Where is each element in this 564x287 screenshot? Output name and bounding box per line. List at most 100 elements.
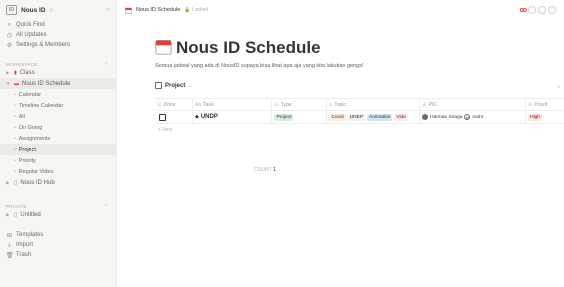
search-icon: ⌕ (7, 21, 12, 28)
add-page-icon[interactable]: + (104, 61, 108, 67)
avatar: M (464, 114, 471, 120)
database-table: ☑ Done Aa Task ⊙ Type ≡ Topic ♙ PIC ⊙ Pr… (155, 98, 564, 136)
page-description[interactable]: Semua jadwal yang ada di NousID supaya b… (155, 63, 364, 69)
templates-item[interactable]: ⊞ Templates (0, 230, 116, 240)
sidebar-view-project[interactable]: • Project (0, 144, 116, 155)
topic-tag: Vide (394, 113, 408, 121)
task-cell[interactable]: ◆ UNDP (193, 111, 273, 123)
workspace-logo: ID (6, 5, 17, 15)
view-selector-label: Project (165, 82, 186, 89)
text-icon: Aa (194, 101, 202, 108)
sidebar-view-assignments[interactable]: • Assignments (0, 133, 116, 144)
column-header-task[interactable]: Aa Task (193, 99, 273, 110)
view-label: Calendar (18, 91, 42, 98)
settings-item[interactable]: ⚙ Settings & Members (0, 40, 116, 50)
column-header-type[interactable]: ⊙ Type (272, 99, 328, 110)
person-name: Harman Siraga (430, 114, 463, 120)
sidebar-view-priority[interactable]: • Priority (0, 155, 116, 166)
page-label: Untitled (20, 211, 41, 218)
avatar[interactable] (528, 6, 536, 14)
checkbox-icon: ☑ (157, 101, 162, 108)
more-icon[interactable]: ● (558, 84, 560, 89)
view-label: On Going (18, 124, 43, 131)
view-selector[interactable]: Project ⌄ (155, 82, 192, 89)
expand-arrow-icon[interactable]: ▶ (6, 180, 11, 186)
sidebar-view-timeline[interactable]: • Timeline Calendar (0, 100, 116, 111)
import-item[interactable]: ⤓ Import (0, 240, 116, 250)
sidebar-page-class[interactable]: ▶ ▮ Class (0, 67, 116, 78)
multi-select-icon: ≡ (329, 101, 333, 108)
avatar[interactable] (538, 6, 546, 14)
page-label: Nous ID Hub (20, 179, 55, 186)
priority-tag: High (528, 113, 542, 121)
view-label: Timeline Calendar (18, 102, 64, 109)
table-row[interactable]: ◆ UNDP Project Covid UNEP Animation Vide… (155, 111, 564, 124)
priority-cell[interactable]: High (526, 111, 564, 123)
column-header-priority[interactable]: ⊙ Priorit (526, 99, 564, 110)
sidebar-view-regular-video[interactable]: • Regular Video (0, 166, 116, 177)
workspace-switcher[interactable]: ID Nous ID ◇ « (0, 0, 116, 20)
expand-arrow-icon[interactable]: ▶ (6, 212, 11, 218)
type-cell[interactable]: Project (272, 111, 328, 123)
count-footer[interactable]: COUNT 1 (254, 167, 276, 173)
done-checkbox[interactable] (159, 113, 166, 121)
view-label: Priority (18, 157, 36, 164)
calendar-icon: ▬ (14, 80, 19, 87)
expand-arrow-icon[interactable]: ▶ (6, 70, 11, 76)
page-label: Class (19, 69, 35, 76)
add-private-page-icon[interactable]: + (104, 203, 108, 209)
done-cell (155, 111, 193, 123)
sidebar-view-all[interactable]: • All (0, 111, 116, 122)
bullet-icon: • (14, 146, 16, 153)
count-label: COUNT (254, 167, 272, 173)
quick-find-label: Quick Find (16, 22, 45, 28)
collapse-sidebar-icon[interactable]: « (107, 7, 110, 13)
private-section-label: PRIVATE (6, 204, 27, 209)
column-header-topic[interactable]: ≡ Topic (327, 99, 421, 110)
calendar-icon (125, 7, 132, 14)
private-section-header: PRIVATE + (0, 198, 116, 209)
workspace-section-label: WORKSPACE (6, 62, 38, 67)
person-icon: ♙ (422, 101, 427, 108)
topic-tag: Covid (329, 113, 346, 121)
column-header-label: Task (203, 101, 214, 108)
pic-cell[interactable]: Harman Siraga M mahr (420, 111, 527, 123)
brand-logo: oo (519, 6, 527, 14)
sidebar: ID Nous ID ◇ « ⌕ Quick Find ◷ All Update… (0, 0, 117, 287)
bullet-icon: • (14, 102, 16, 109)
sidebar-page-untitled[interactable]: ▶ ▯ Untitled (0, 209, 116, 220)
all-updates-item[interactable]: ◷ All Updates (0, 30, 116, 40)
count-value: 1 (273, 167, 277, 173)
page-title[interactable]: Nous ID Schedule (176, 38, 321, 58)
workspace-name: Nous ID (21, 6, 46, 14)
select-icon: ⊙ (274, 101, 279, 108)
table-icon (155, 82, 162, 89)
column-header-pic[interactable]: ♙ PIC (420, 99, 527, 110)
collapse-arrow-icon[interactable]: ▼ (6, 81, 11, 86)
avatar (422, 114, 429, 120)
sidebar-view-on-going[interactable]: • On Going (0, 122, 116, 133)
column-header-label: PIC (428, 101, 437, 108)
main-content: Nous ID Schedule Semua jadwal yang ada d… (117, 20, 564, 287)
topic-tag: UNEP (347, 113, 366, 121)
quick-find-item[interactable]: ⌕ Quick Find (0, 20, 116, 30)
task-name: UNDP (200, 114, 218, 120)
sidebar-view-calendar[interactable]: • Calendar (0, 89, 116, 100)
document-icon: ▯ (14, 180, 18, 186)
topbar: Nous ID Schedule 🔒 Locked oo (117, 0, 564, 20)
locked-status[interactable]: 🔒 Locked (184, 7, 208, 13)
breadcrumb[interactable]: Nous ID Schedule (136, 7, 180, 13)
column-header-done[interactable]: ☑ Done (155, 99, 193, 110)
bullet-icon: • (14, 91, 16, 98)
new-row-button[interactable]: + New (155, 124, 564, 136)
sidebar-page-nous-id-hub[interactable]: ▶ ▯ Nous ID Hub (0, 177, 116, 188)
topic-cell[interactable]: Covid UNEP Animation Vide (327, 111, 421, 123)
column-header-label: Type (280, 101, 292, 108)
sidebar-page-nous-id-schedule[interactable]: ▼ ▬ Nous ID Schedule (0, 78, 116, 89)
templates-label: Templates (16, 232, 44, 238)
avatar[interactable] (548, 6, 556, 14)
trash-label: Trash (16, 252, 32, 258)
task-icon: ◆ (194, 114, 199, 120)
trash-item[interactable]: 🗑 Trash (0, 250, 116, 260)
import-label: Import (16, 242, 34, 248)
